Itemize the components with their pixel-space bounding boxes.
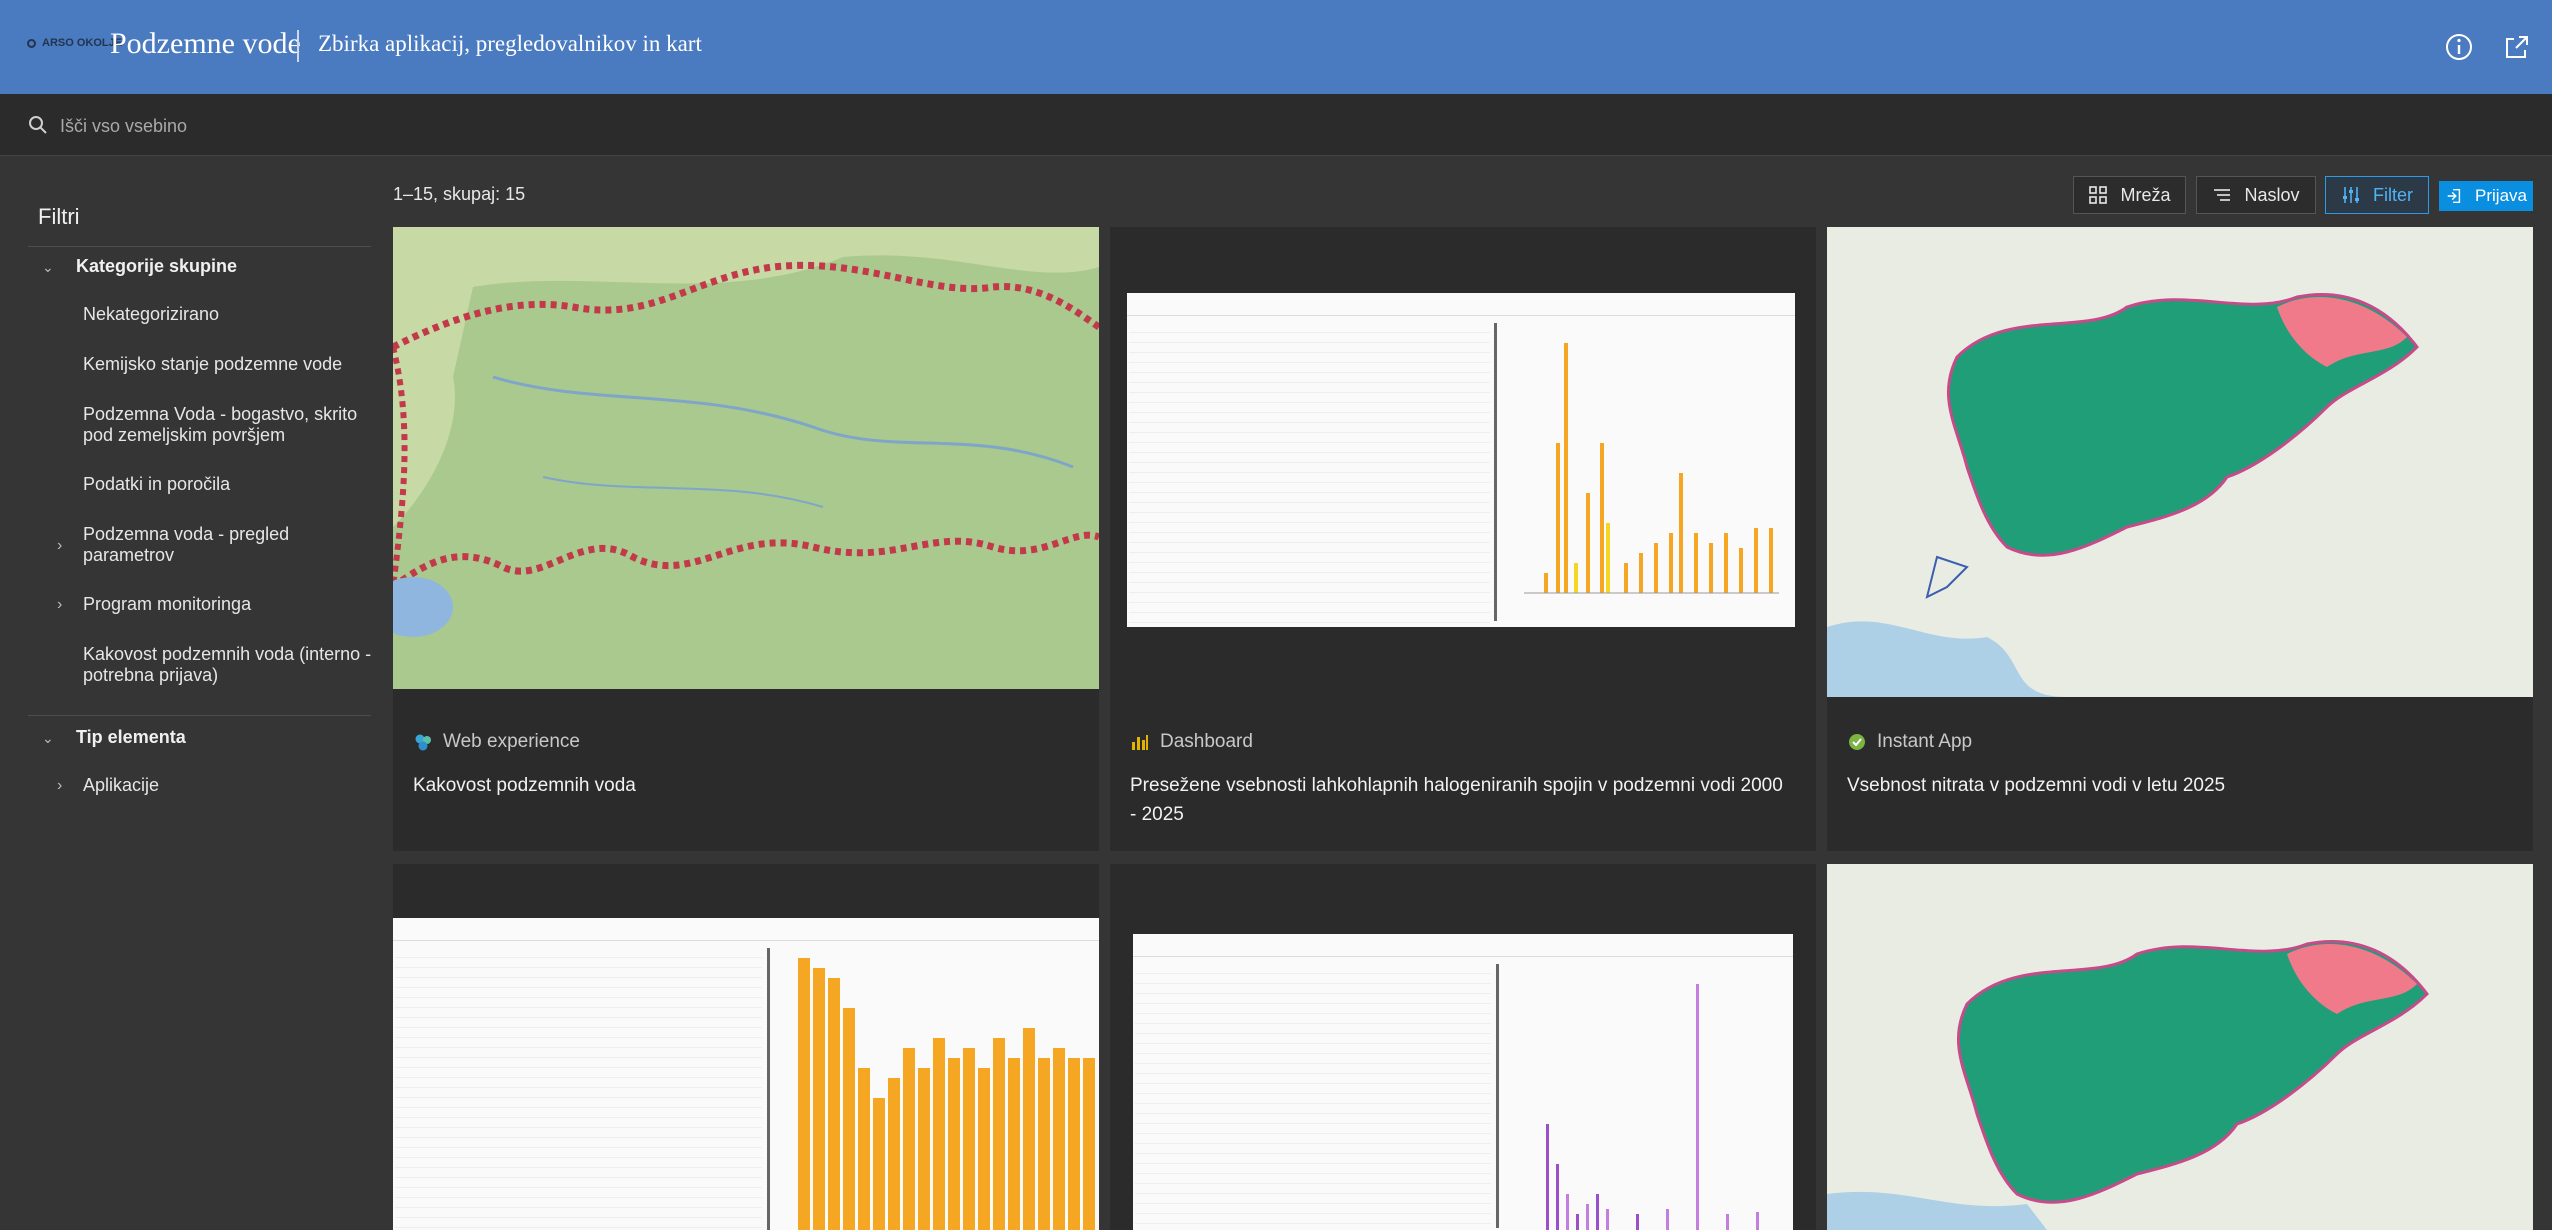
divider xyxy=(28,246,371,247)
filter-item-aplikacije[interactable]: › Aplikacije xyxy=(57,775,373,796)
dashboard-icon xyxy=(1132,735,1148,750)
info-icon[interactable] xyxy=(2442,30,2476,64)
item-card[interactable] xyxy=(1827,864,2533,1230)
sign-in-icon xyxy=(2447,188,2461,204)
topographic-map-image xyxy=(393,227,1099,689)
chevron-down-icon: ⌄ xyxy=(42,730,54,746)
filter-item-nekategorizirano[interactable]: Nekategorizirano xyxy=(83,304,373,325)
filter-item-bogastvo[interactable]: Podzemna Voda - bogastvo, skrito pod zem… xyxy=(83,404,373,446)
search-icon xyxy=(29,116,47,134)
app-subtitle: Zbirka aplikacij, pregledovalnikov in ka… xyxy=(318,31,702,56)
card-thumbnail[interactable] xyxy=(1827,864,2533,1230)
app-title: Podzemne vode xyxy=(110,27,301,60)
filter-item-label: Nekategorizirano xyxy=(83,304,220,324)
filter-icon xyxy=(2343,187,2359,203)
sort-icon xyxy=(2214,189,2231,201)
filter-item-label: Kemijsko stanje podzemne vode xyxy=(83,354,343,374)
filter-item-label: Kakovost podzemnih voda (interno - potre… xyxy=(83,644,372,685)
item-card[interactable]: Dashboard Presežene vsebnosti lahkohlapn… xyxy=(1110,227,1816,851)
filters-sidebar: Filtri ⌄ Kategorije skupine Nekategorizir… xyxy=(0,156,383,1230)
nitrate-map-image xyxy=(1827,864,2533,1230)
filter-item-program-monitoringa[interactable]: › Program monitoringa xyxy=(57,594,373,615)
filter-item-label: Podzemna voda - pregled parametrov xyxy=(83,524,290,565)
card-title[interactable]: Presežene vsebnosti lahkohlapnih halogen… xyxy=(1130,771,1790,829)
card-thumbnail[interactable] xyxy=(393,227,1099,689)
divider xyxy=(28,715,371,716)
group-label: Kategorije skupine xyxy=(76,256,238,276)
dashboard-preview-image xyxy=(1127,293,1795,627)
arso-logo[interactable]: ARSO OKOLJE xyxy=(27,37,122,49)
card-type-label: Dashboard xyxy=(1160,731,1253,752)
card-thumbnail[interactable] xyxy=(1110,864,1816,1230)
sign-in-label: Prijava xyxy=(2475,186,2527,205)
filters-title: Filtri xyxy=(38,204,80,229)
filter-item-label: Podzemna Voda - bogastvo, skrito pod zem… xyxy=(83,404,358,445)
chevron-right-icon[interactable]: › xyxy=(57,775,62,796)
card-thumbnail[interactable] xyxy=(1110,227,1816,697)
item-card[interactable]: Instant App Vsebnost nitrata v podzemni … xyxy=(1827,227,2533,851)
card-type: Instant App xyxy=(1847,731,1972,753)
chevron-right-icon[interactable]: › xyxy=(57,594,62,615)
card-thumbnail[interactable] xyxy=(393,864,1099,1230)
filter-item-kakovost-interno[interactable]: Kakovost podzemnih voda (interno - potre… xyxy=(83,644,373,686)
web-experience-icon xyxy=(415,734,431,751)
share-icon[interactable] xyxy=(2500,30,2534,64)
grid-label: Mreža xyxy=(2120,184,2171,205)
filter-group-categories[interactable]: ⌄ Kategorije skupine xyxy=(42,256,237,277)
item-card[interactable] xyxy=(1110,864,1816,1230)
sort-label: Naslov xyxy=(2244,184,2300,205)
card-type-label: Web experience xyxy=(443,731,580,752)
card-type-label: Instant App xyxy=(1877,731,1973,752)
item-card[interactable]: Web experience Kakovost podzemnih voda xyxy=(393,227,1099,851)
filter-item-podatki[interactable]: Podatki in poročila xyxy=(83,474,373,495)
card-title[interactable]: Vsebnost nitrata v podzemni vodi v letu … xyxy=(1847,771,2507,800)
filter-group-item-type[interactable]: ⌄ Tip elementa xyxy=(42,727,186,748)
results-count: 1–15, skupaj: 15 xyxy=(393,184,526,204)
search-bar xyxy=(0,94,2552,156)
instant-app-icon xyxy=(1849,734,1865,750)
grid-icon xyxy=(2089,186,2108,204)
card-title[interactable]: Kakovost podzemnih voda xyxy=(413,771,1073,800)
chevron-right-icon[interactable]: › xyxy=(57,535,62,556)
item-card[interactable] xyxy=(393,864,1099,1230)
dashboard-preview-image xyxy=(393,918,1099,1230)
card-type: Dashboard xyxy=(1130,731,1253,753)
filter-button[interactable]: Filter xyxy=(2325,176,2429,214)
card-type: Web experience xyxy=(413,731,580,753)
dashboard-preview-image xyxy=(1133,934,1793,1230)
search-input[interactable] xyxy=(58,108,962,144)
chevron-down-icon: ⌄ xyxy=(42,259,54,275)
filter-item-kemijsko-stanje[interactable]: Kemijsko stanje podzemne vode xyxy=(83,354,373,375)
nitrate-map-image xyxy=(1827,227,2533,697)
filter-item-label: Program monitoringa xyxy=(83,594,252,614)
group-label: Tip elementa xyxy=(76,727,186,747)
filter-label: Filter xyxy=(2373,184,2413,205)
card-thumbnail[interactable] xyxy=(1827,227,2533,697)
grid-view-button[interactable]: Mreža xyxy=(2073,176,2186,214)
filter-item-label: Aplikacije xyxy=(83,775,160,795)
filter-item-pregled-parametrov[interactable]: › Podzemna voda - pregled parametrov xyxy=(57,524,373,566)
filter-item-label: Podatki in poročila xyxy=(83,474,231,494)
sort-button[interactable]: Naslov xyxy=(2196,176,2316,214)
sign-in-button[interactable]: Prijava xyxy=(2439,181,2533,211)
logo-icon xyxy=(27,39,36,48)
app-header: ARSO OKOLJE Podzemne vode Zbirka aplikac… xyxy=(0,0,2552,94)
title-divider xyxy=(297,30,299,62)
